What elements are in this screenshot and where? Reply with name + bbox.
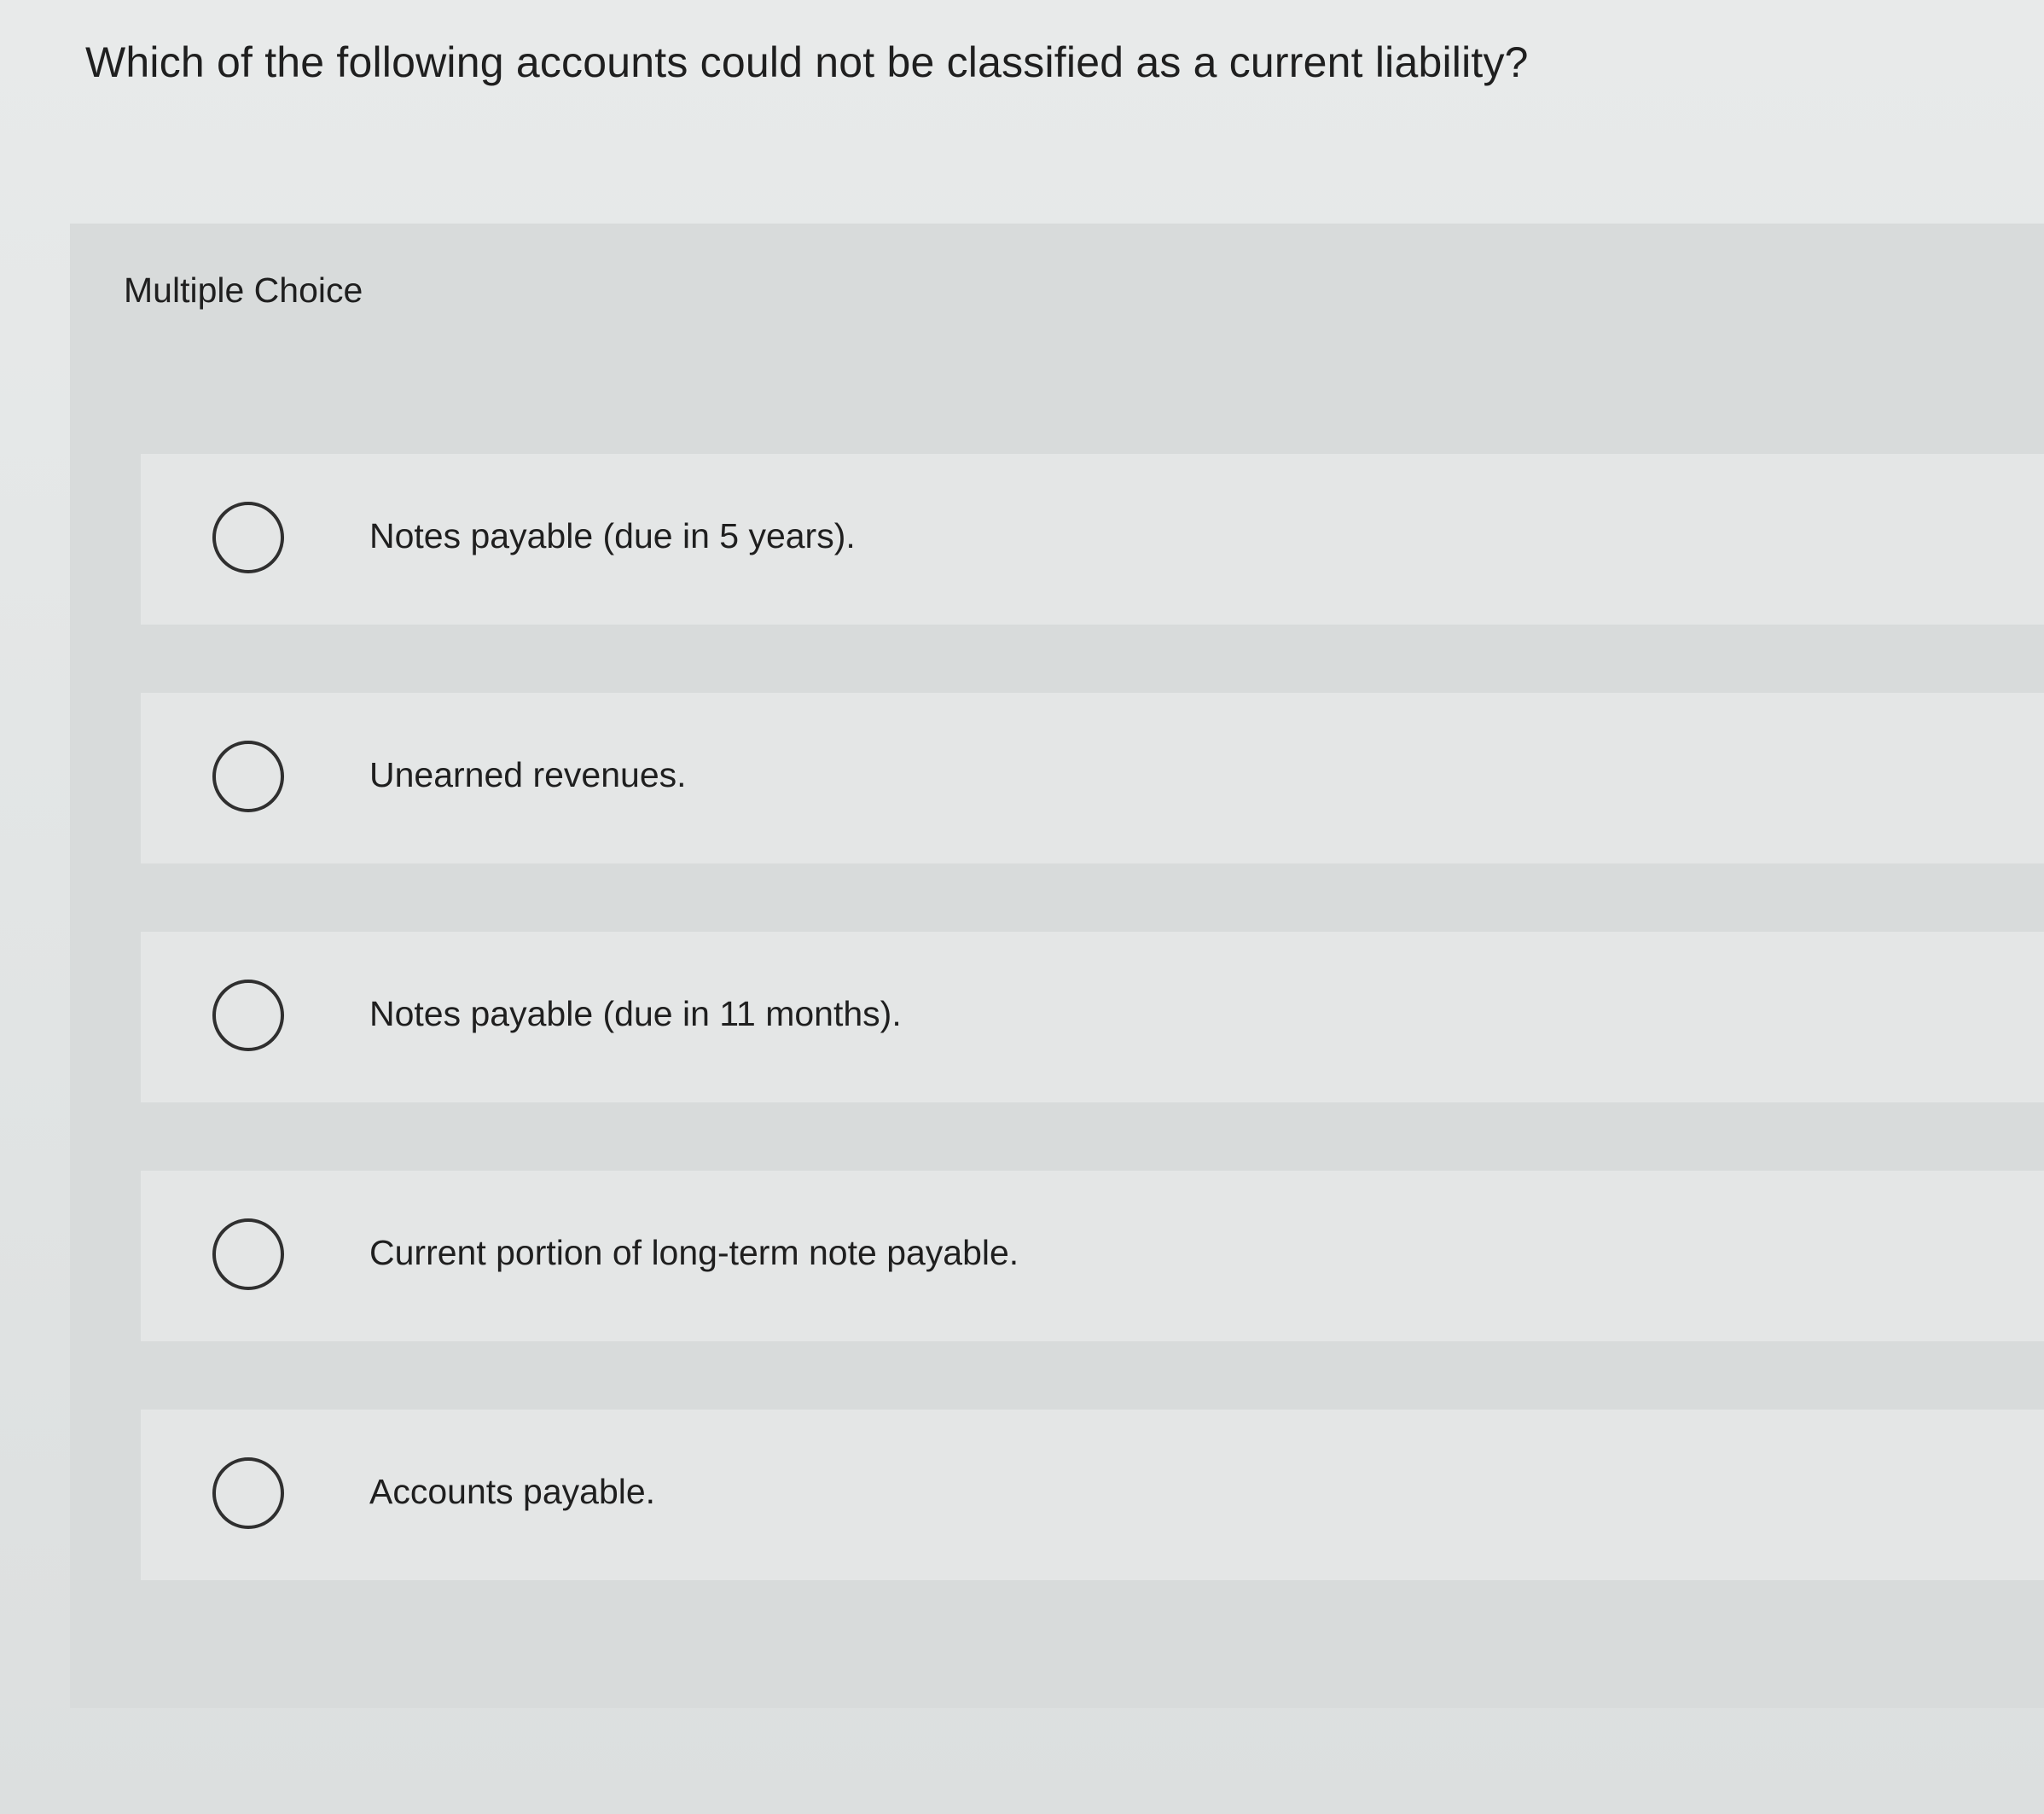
answer-option-label: Current portion of long-term note payabl… <box>369 1233 1019 1272</box>
answer-option-label: Unearned revenues. <box>369 755 687 794</box>
question-text: Which of the following accounts could no… <box>85 38 1529 86</box>
answer-option-4[interactable]: Current portion of long-term note payabl… <box>141 1171 2044 1341</box>
answer-option-label: Notes payable (due in 5 years). <box>369 516 856 555</box>
radio-button-icon[interactable] <box>212 1218 284 1290</box>
answer-option-label: Accounts payable. <box>369 1472 656 1511</box>
answer-option-1[interactable]: Notes payable (due in 5 years). <box>141 454 2044 625</box>
answer-option-2[interactable]: Unearned revenues. <box>141 693 2044 863</box>
answer-option-label: Notes payable (due in 11 months). <box>369 994 902 1033</box>
radio-button-icon[interactable] <box>212 980 284 1051</box>
answer-option-3[interactable]: Notes payable (due in 11 months). <box>141 932 2044 1102</box>
radio-button-icon[interactable] <box>212 502 284 573</box>
question-type-label: Multiple Choice <box>124 270 363 310</box>
answer-option-5[interactable]: Accounts payable. <box>141 1410 2044 1580</box>
radio-button-icon[interactable] <box>212 1457 284 1529</box>
radio-button-icon[interactable] <box>212 741 284 812</box>
